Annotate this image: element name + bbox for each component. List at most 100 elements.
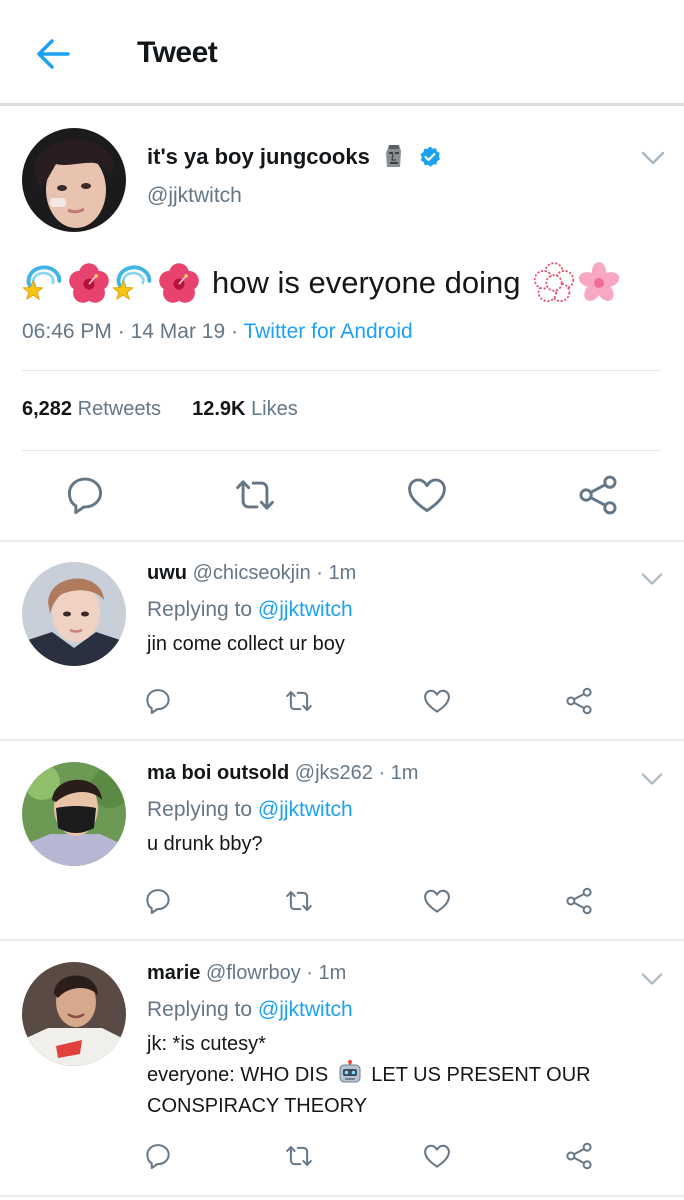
top-bar [0,0,684,106]
author-name-text: it's ya boy jungcooks [147,144,370,169]
share-icon [564,686,594,716]
like-icon [422,686,452,716]
likes-stat[interactable]: 12.9K Likes [192,398,298,420]
like-button[interactable] [422,886,452,916]
like-button[interactable] [405,473,449,517]
author-name[interactable]: it's ya boy jungcooks [147,143,442,170]
tweet-text: how is everyone doing [22,258,622,308]
back-button[interactable] [26,30,78,78]
divider [0,1195,684,1197]
dizzy-emoji-icon [22,261,66,305]
reply-button[interactable] [143,1141,173,1171]
retweet-icon [284,686,314,716]
like-button[interactable] [422,1141,452,1171]
replying-prefix: Replying to [147,798,253,821]
replying-prefix: Replying to [147,598,253,621]
hibiscus-emoji-icon [67,261,111,305]
reply-text-segment: LET US PRESENT OUR [371,1064,591,1086]
divider [22,370,661,371]
retweet-icon [233,473,277,517]
retweets-label: Retweets [77,398,161,420]
reply-text: u drunk bby? [147,829,627,860]
reply-text: jk: *is cutesy* everyone: WHO DIS LET US… [147,1029,627,1122]
retweet-button[interactable] [233,473,277,517]
retweet-icon [284,886,314,916]
share-icon [564,886,594,916]
divider [22,450,661,451]
page-title: Tweet [137,36,218,69]
moai-emoji-icon [385,145,401,167]
replying-to: Replying to @jjktwitch [147,998,353,1022]
reply-options-button[interactable] [640,770,664,788]
reply-options-button[interactable] [640,970,664,988]
reply-time: · 1m [316,562,357,584]
replying-to: Replying to @jjktwitch [147,798,353,822]
reply-text-line: jk: *is cutesy* [147,1033,266,1055]
retweets-count: 6,282 [22,398,73,420]
reply-avatar[interactable] [22,962,126,1066]
chevron-down-icon [640,148,666,168]
chevron-down-icon [640,770,664,788]
tweet-date: 14 Mar 19 [130,320,226,343]
reply-text-line: jin come collect ur boy [147,633,345,655]
reply-author[interactable]: marie @flowrboy · 1m [147,962,346,985]
replying-to-handle[interactable]: @jjktwitch [258,798,353,821]
reply-avatar[interactable] [22,762,126,866]
reply-button[interactable] [63,473,107,517]
reply-text: jin come collect ur boy [147,629,627,660]
likes-count: 12.9K [192,398,246,420]
reply-avatar[interactable] [22,562,126,666]
hibiscus-emoji-icon [157,261,201,305]
divider [0,540,684,542]
like-icon [422,1141,452,1171]
share-button[interactable] [564,1141,594,1171]
reply-icon [143,686,173,716]
share-button[interactable] [564,686,594,716]
retweets-stat[interactable]: 6,282 Retweets [22,398,161,420]
reply-name: uwu [147,562,187,584]
reply-text-segment: everyone: WHO DIS [147,1064,329,1086]
meta-separator: · [117,320,125,343]
replying-to-handle[interactable]: @jjktwitch [258,598,353,621]
reply-icon [143,886,173,916]
replying-to-handle[interactable]: @jjktwitch [258,998,353,1021]
reply-name: ma boi outsold [147,762,290,784]
tweet-time: 06:46 PM [22,320,112,343]
reply-options-button[interactable] [640,570,664,588]
retweet-button[interactable] [284,886,314,916]
tweet-meta: 06:46 PM · 14 Mar 19 · Twitter for Andro… [22,320,413,344]
retweet-button[interactable] [284,1141,314,1171]
tweet-source-link[interactable]: Twitter for Android [243,320,412,343]
author-handle[interactable]: @jjktwitch [147,184,242,208]
reply-button[interactable] [143,886,173,916]
white-flower-emoji-icon [532,261,576,305]
share-icon [564,1141,594,1171]
reply-time: · 1m [306,962,347,984]
reply-handle: @flowrboy [205,962,301,984]
dizzy-emoji-icon [112,261,156,305]
reply-button[interactable] [143,686,173,716]
chevron-down-icon [640,970,664,988]
cherry-blossom-emoji-icon [577,261,621,305]
back-arrow-icon [37,39,70,69]
like-button[interactable] [422,686,452,716]
reply-handle: @jks262 [294,762,373,784]
retweet-icon [284,1141,314,1171]
retweet-button[interactable] [284,686,314,716]
tweet-options-button[interactable] [640,148,666,168]
reply-name: marie [147,962,201,984]
reply-text-line: u drunk bby? [147,833,263,855]
chevron-down-icon [640,570,664,588]
divider [0,739,684,741]
reply-icon [143,1141,173,1171]
reply-author[interactable]: uwu @chicseokjin · 1m [147,562,356,585]
like-icon [405,473,449,517]
author-avatar[interactable] [22,128,126,232]
reply-author[interactable]: ma boi outsold @jks262 · 1m [147,762,418,785]
share-button[interactable] [576,473,620,517]
share-button[interactable] [564,886,594,916]
reply-handle: @chicseokjin [192,562,311,584]
replying-prefix: Replying to [147,998,253,1021]
divider [0,939,684,941]
likes-label: Likes [251,398,298,420]
